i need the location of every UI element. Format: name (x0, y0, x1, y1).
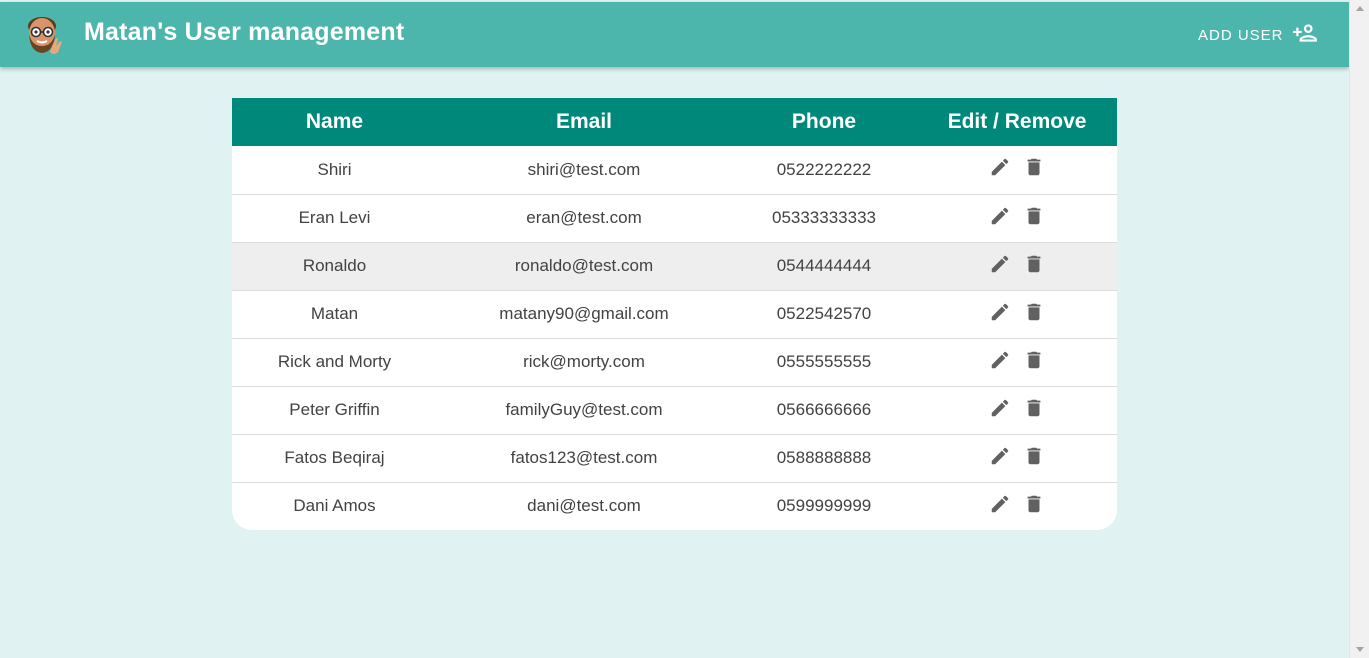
row-actions (989, 205, 1045, 227)
cell-actions (917, 242, 1117, 290)
cell-phone: 0555555555 (776, 352, 872, 371)
delete-icon[interactable] (1023, 349, 1045, 371)
table-row[interactable]: Dani Amos dani@test.com 0599999999 (232, 482, 1117, 530)
scroll-up-arrow-icon[interactable] (1356, 6, 1364, 11)
column-header-actions: Edit / Remove (947, 110, 1087, 133)
cell-phone: 0599999999 (776, 496, 872, 516)
cell-name: Matan (310, 304, 359, 323)
delete-icon[interactable] (1023, 253, 1045, 275)
avatar (22, 8, 64, 60)
cell-email: dani@test.com (527, 496, 641, 516)
scroll-down-arrow-icon[interactable] (1356, 647, 1364, 652)
app-title: Matan's User management (84, 18, 405, 46)
row-actions (989, 156, 1045, 178)
edit-icon[interactable] (989, 205, 1011, 227)
cell-email: familyGuy@test.com (505, 400, 663, 419)
table-row[interactable]: Eran Levi eran@test.com 05333333333 (232, 194, 1117, 242)
table-row[interactable]: Ronaldo ronaldo@test.com 0544444444 (232, 242, 1117, 290)
column-header-phone: Phone (791, 110, 857, 133)
row-actions (989, 493, 1045, 515)
delete-icon[interactable] (1023, 397, 1045, 419)
add-user-button[interactable]: ADD USER (1192, 20, 1324, 50)
edit-icon[interactable] (989, 397, 1011, 419)
cell-name: Eran Levi (298, 208, 371, 227)
scrollbar[interactable] (1349, 0, 1369, 658)
row-actions (989, 301, 1045, 323)
app-bar: Matan's User management ADD USER (0, 2, 1349, 67)
delete-icon[interactable] (1023, 493, 1045, 515)
row-actions (989, 253, 1045, 275)
row-actions (989, 397, 1045, 419)
delete-icon[interactable] (1023, 205, 1045, 227)
cell-phone: 0566666666 (776, 400, 872, 419)
cell-phone: 0588888888 (776, 448, 872, 467)
cell-name: Ronaldo (302, 256, 367, 275)
cell-actions (917, 146, 1117, 194)
table-header-row: Name Email Phone Edit / Remove (232, 98, 1117, 146)
edit-icon[interactable] (989, 301, 1011, 323)
edit-icon[interactable] (989, 156, 1011, 178)
column-header-name: Name (305, 110, 364, 133)
column-header-email: Email (555, 110, 613, 133)
table-row[interactable]: Fatos Beqiraj fatos123@test.com 0588888888 (232, 434, 1117, 482)
edit-icon[interactable] (989, 253, 1011, 275)
cell-phone: 0522542570 (776, 304, 872, 323)
add-user-label: ADD USER (1198, 26, 1284, 44)
cell-actions (917, 290, 1117, 338)
delete-icon[interactable] (1023, 156, 1045, 178)
cell-name: Rick and Morty (277, 352, 392, 371)
cell-name: Dani Amos (293, 496, 376, 516)
users-table: Name Email Phone Edit / Remove Shiri shir… (232, 98, 1117, 530)
cell-phone: 0522222222 (776, 159, 872, 179)
cell-name: Shiri (317, 159, 352, 179)
delete-icon[interactable] (1023, 445, 1045, 467)
cell-name: Fatos Beqiraj (284, 448, 385, 467)
page: Matan's User management ADD USER Name Em… (0, 0, 1349, 658)
cell-email: eran@test.com (526, 208, 642, 227)
cell-actions (917, 482, 1117, 530)
cell-name: Peter Griffin (289, 400, 380, 419)
edit-icon[interactable] (989, 349, 1011, 371)
delete-icon[interactable] (1023, 301, 1045, 323)
cell-actions (917, 194, 1117, 242)
cell-phone: 0544444444 (776, 256, 872, 275)
cell-actions (917, 434, 1117, 482)
cell-phone: 05333333333 (771, 208, 876, 227)
cell-email: ronaldo@test.com (514, 256, 654, 275)
cell-email: rick@morty.com (523, 352, 645, 371)
row-actions (989, 445, 1045, 467)
table-row[interactable]: Peter Griffin familyGuy@test.com 056666666… (232, 386, 1117, 434)
cell-email: fatos123@test.com (510, 448, 658, 467)
table-row[interactable]: Matan matany90@gmail.com 0522542570 (232, 290, 1117, 338)
cell-actions (917, 338, 1117, 386)
row-actions (989, 349, 1045, 371)
cell-actions (917, 386, 1117, 434)
table-row[interactable]: Rick and Morty rick@morty.com 0555555555 (232, 338, 1117, 386)
cell-email: matany90@gmail.com (499, 304, 669, 323)
cell-email: shiri@test.com (527, 159, 641, 179)
edit-icon[interactable] (989, 493, 1011, 515)
person-add-icon (1292, 20, 1318, 50)
table-row[interactable]: Shiri shiri@test.com 0522222222 (232, 146, 1117, 194)
edit-icon[interactable] (989, 445, 1011, 467)
